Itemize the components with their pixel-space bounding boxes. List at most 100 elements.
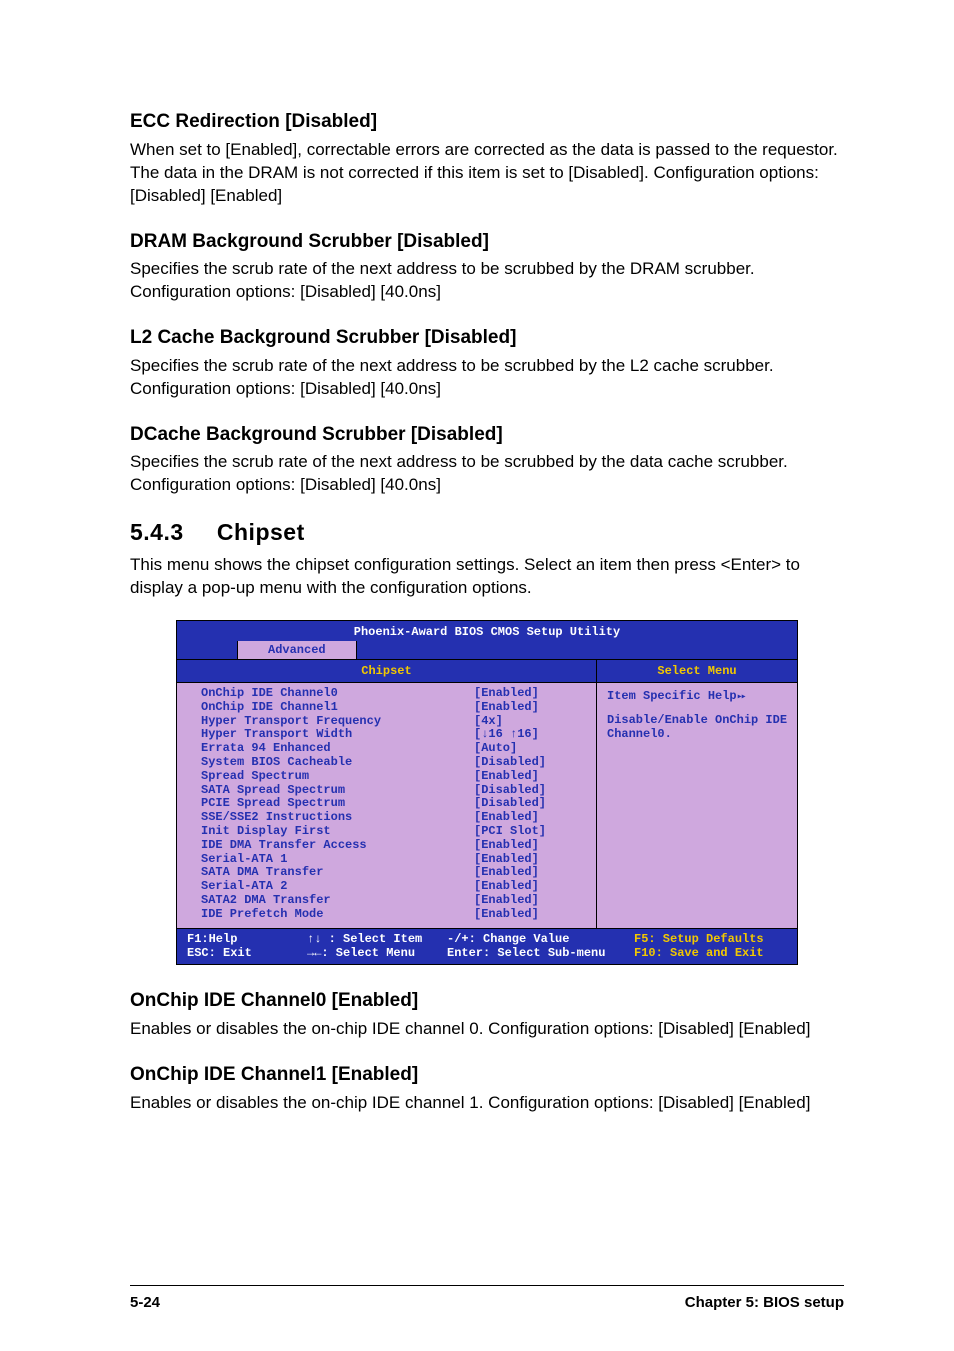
bios-setting-row[interactable]: Errata 94 Enhanced[Auto] [197, 742, 588, 756]
bios-setting-value: [4x] [470, 715, 588, 729]
bios-setting-row[interactable]: Serial-ATA 2[Enabled] [197, 880, 588, 894]
bios-setting-row[interactable]: IDE Prefetch Mode[Enabled] [197, 908, 588, 922]
bios-setting-row[interactable]: System BIOS Cacheable[Disabled] [197, 756, 588, 770]
hint-select-menu: →←: Select Menu [307, 946, 447, 960]
bios-setting-label: Init Display First [197, 825, 470, 839]
bios-setting-label: System BIOS Cacheable [197, 756, 470, 770]
bios-setting-label: Serial-ATA 2 [197, 880, 470, 894]
page-footer: 5-24 Chapter 5: BIOS setup [130, 1285, 844, 1311]
help-arrow-icon [737, 689, 745, 703]
bios-footer-row-2: ESC: Exit →←: Select Menu Enter: Select … [187, 946, 789, 960]
bios-setting-label: OnChip IDE Channel0 [197, 687, 470, 701]
hint-enter-submenu: Enter: Select Sub-menu [447, 946, 634, 960]
page-number: 5-24 [130, 1294, 160, 1311]
bios-setting-value: [Enabled] [470, 908, 588, 922]
bios-screenshot: Phoenix-Award BIOS CMOS Setup Utility Ad… [176, 620, 798, 965]
bios-setting-row[interactable]: IDE DMA Transfer Access[Enabled] [197, 839, 588, 853]
bios-setting-label: SSE/SSE2 Instructions [197, 811, 470, 825]
hint-select-item: ↑↓ : Select Item [307, 932, 447, 946]
chapter-heading: 5.4.3 Chipset [130, 519, 844, 546]
heading-onchip-ide1: OnChip IDE Channel1 [Enabled] [130, 1063, 844, 1088]
chapter-intro: This menu shows the chipset configuratio… [130, 554, 844, 600]
bios-setting-label: Hyper Transport Width [197, 728, 470, 742]
bios-setting-label: SATA2 DMA Transfer [197, 894, 470, 908]
heading-dcache-scrubber: DCache Background Scrubber [Disabled] [130, 423, 844, 448]
bios-tab-advanced[interactable]: Advanced [237, 641, 357, 659]
section-onchip-ide0: OnChip IDE Channel0 [Enabled] Enables or… [130, 989, 844, 1041]
bios-setting-value: [Disabled] [470, 797, 588, 811]
bios-setting-value: [Disabled] [470, 756, 588, 770]
bios-setting-value: [Enabled] [470, 687, 588, 701]
bios-setting-value: [↓16 ↑16] [470, 728, 588, 742]
section-onchip-ide1: OnChip IDE Channel1 [Enabled] Enables or… [130, 1063, 844, 1115]
bios-setting-row[interactable]: OnChip IDE Channel0[Enabled] [197, 687, 588, 701]
bios-setting-label: Spread Spectrum [197, 770, 470, 784]
page-chapter-label: Chapter 5: BIOS setup [685, 1294, 844, 1311]
bios-help-body: Item Specific Help Disable/Enable OnChip… [597, 683, 797, 747]
bios-setting-label: PCIE Spread Spectrum [197, 797, 470, 811]
bios-setting-label: Errata 94 Enhanced [197, 742, 470, 756]
bios-help-title-text: Item Specific Help [607, 689, 737, 703]
bios-setting-value: [Enabled] [470, 853, 588, 867]
bios-setting-label: SATA DMA Transfer [197, 866, 470, 880]
bios-setting-label: IDE DMA Transfer Access [197, 839, 470, 853]
bios-setting-value: [Disabled] [470, 784, 588, 798]
bios-menu-bar: Advanced [177, 641, 797, 659]
bios-setting-label: Hyper Transport Frequency [197, 715, 470, 729]
section-ecc-redirection: ECC Redirection [Disabled] When set to [… [130, 110, 844, 208]
bios-setting-label: IDE Prefetch Mode [197, 908, 470, 922]
bios-setting-row[interactable]: Hyper Transport Frequency[4x] [197, 715, 588, 729]
bios-setting-row[interactable]: Hyper Transport Width[↓16 ↑16] [197, 728, 588, 742]
hint-f1-help: F1:Help [187, 932, 307, 946]
bios-help-title: Item Specific Help [607, 689, 789, 703]
heading-dram-scrubber: DRAM Background Scrubber [Disabled] [130, 230, 844, 255]
bios-footer: F1:Help ↑↓ : Select Item -/+: Change Val… [177, 928, 797, 965]
section-dcache-scrubber: DCache Background Scrubber [Disabled] Sp… [130, 423, 844, 498]
section-l2-scrubber: L2 Cache Background Scrubber [Disabled] … [130, 326, 844, 401]
bios-setting-value: [Auto] [470, 742, 588, 756]
bios-setting-row[interactable]: OnChip IDE Channel1[Enabled] [197, 701, 588, 715]
section-dram-scrubber: DRAM Background Scrubber [Disabled] Spec… [130, 230, 844, 305]
bios-settings-table: OnChip IDE Channel0[Enabled]OnChip IDE C… [197, 687, 588, 922]
bios-setting-row[interactable]: Serial-ATA 1[Enabled] [197, 853, 588, 867]
hint-change-value: -/+: Change Value [447, 932, 634, 946]
bios-setting-row[interactable]: SATA2 DMA Transfer[Enabled] [197, 894, 588, 908]
bios-setting-row[interactable]: PCIE Spread Spectrum[Disabled] [197, 797, 588, 811]
bios-utility-title: Phoenix-Award BIOS CMOS Setup Utility [177, 623, 797, 641]
bios-left-heading: Chipset [177, 660, 596, 683]
body-l2-scrubber: Specifies the scrub rate of the next add… [130, 355, 844, 401]
body-onchip-ide0: Enables or disables the on-chip IDE chan… [130, 1018, 844, 1041]
bios-setting-row[interactable]: Init Display First[PCI Slot] [197, 825, 588, 839]
body-ecc-redirection: When set to [Enabled], correctable error… [130, 139, 844, 208]
bios-setting-value: [Enabled] [470, 811, 588, 825]
bios-setting-value: [Enabled] [470, 866, 588, 880]
bios-setting-row[interactable]: SSE/SSE2 Instructions[Enabled] [197, 811, 588, 825]
heading-onchip-ide0: OnChip IDE Channel0 [Enabled] [130, 989, 844, 1014]
bios-setting-label: Serial-ATA 1 [197, 853, 470, 867]
hint-esc-exit: ESC: Exit [187, 946, 307, 960]
chapter-number: 5.4.3 [130, 519, 210, 546]
bios-setting-value: [Enabled] [470, 880, 588, 894]
bios-help-text: Disable/Enable OnChip IDE Channel0. [607, 713, 789, 741]
bios-footer-row-1: F1:Help ↑↓ : Select Item -/+: Change Val… [187, 932, 789, 946]
bios-right-heading: Select Menu [597, 660, 797, 683]
hint-f10-save: F10: Save and Exit [634, 946, 789, 960]
page: ECC Redirection [Disabled] When set to [… [0, 0, 954, 1351]
bios-setting-value: [Enabled] [470, 701, 588, 715]
bios-setting-row[interactable]: SATA Spread Spectrum[Disabled] [197, 784, 588, 798]
heading-l2-scrubber: L2 Cache Background Scrubber [Disabled] [130, 326, 844, 351]
body-dram-scrubber: Specifies the scrub rate of the next add… [130, 258, 844, 304]
bios-setting-row[interactable]: SATA DMA Transfer[Enabled] [197, 866, 588, 880]
bios-settings-body: OnChip IDE Channel0[Enabled]OnChip IDE C… [177, 683, 596, 928]
bios-setting-value: [Enabled] [470, 839, 588, 853]
bios-setting-row[interactable]: Spread Spectrum[Enabled] [197, 770, 588, 784]
bios-setting-label: SATA Spread Spectrum [197, 784, 470, 798]
bios-setting-value: [PCI Slot] [470, 825, 588, 839]
hint-f5-defaults: F5: Setup Defaults [634, 932, 789, 946]
bios-setting-label: OnChip IDE Channel1 [197, 701, 470, 715]
body-dcache-scrubber: Specifies the scrub rate of the next add… [130, 451, 844, 497]
heading-ecc-redirection: ECC Redirection [Disabled] [130, 110, 844, 135]
bios-left-panel: Chipset OnChip IDE Channel0[Enabled]OnCh… [177, 660, 597, 928]
body-onchip-ide1: Enables or disables the on-chip IDE chan… [130, 1092, 844, 1115]
bios-panels: Chipset OnChip IDE Channel0[Enabled]OnCh… [177, 660, 797, 928]
